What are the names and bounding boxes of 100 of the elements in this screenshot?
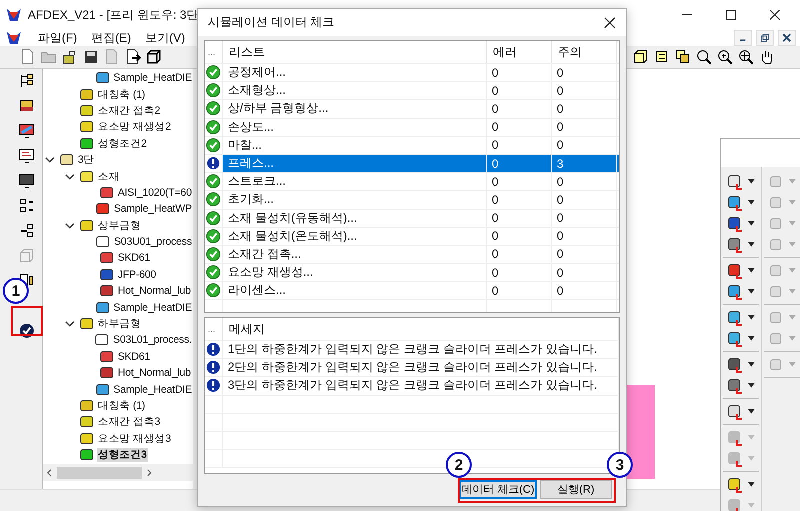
- dropdown-arrow-icon[interactable]: [748, 315, 755, 320]
- chevron-icon[interactable]: [65, 319, 75, 330]
- tree-item[interactable]: 소재간 접촉3: [97, 415, 162, 430]
- tool-icon[interactable]: [727, 404, 743, 420]
- dropdown-arrow-icon[interactable]: [748, 179, 755, 184]
- dropdown-arrow-icon[interactable]: [748, 289, 755, 294]
- tree-item[interactable]: SKD61: [117, 350, 152, 363]
- dropdown-arrow-icon[interactable]: [748, 221, 755, 226]
- column-header[interactable]: 리스트: [223, 41, 487, 63]
- column-header[interactable]: ...: [205, 41, 223, 63]
- chevron-icon[interactable]: [65, 220, 75, 231]
- tree-item[interactable]: Sample_HeatDIE: [112, 384, 193, 396]
- tree-item[interactable]: 대칭축 (1): [97, 88, 146, 102]
- tool-icon[interactable]: [727, 310, 743, 326]
- check-icon[interactable]: [19, 323, 35, 339]
- column-header[interactable]: 에러: [487, 41, 552, 63]
- tree-item[interactable]: Hot_Normal_lub: [117, 367, 192, 380]
- tree-item[interactable]: 대칭축 (1): [97, 399, 146, 413]
- tree-item[interactable]: 요소망 재생성2: [97, 120, 172, 134]
- tree-item[interactable]: 3단: [77, 153, 96, 168]
- tree-item[interactable]: 소재: [97, 170, 121, 184]
- dropdown-arrow-icon[interactable]: [748, 409, 755, 414]
- table-cell[interactable]: 마찰...: [223, 136, 487, 154]
- table-cell[interactable]: 라이센스...: [223, 282, 487, 300]
- column-header[interactable]: ...: [205, 318, 223, 340]
- table-cell[interactable]: 소재 물성치(유동해석)...: [223, 210, 487, 227]
- table-cell[interactable]: 초기화...: [223, 191, 487, 208]
- table-cell[interactable]: 소재간 접촉...: [223, 246, 487, 264]
- menu-item[interactable]: 편집(E): [87, 30, 136, 46]
- zoom-move-icon[interactable]: [738, 49, 754, 65]
- tree-item[interactable]: SKD61: [117, 252, 152, 264]
- table-cell[interactable]: 스트로크...: [223, 173, 487, 190]
- tree-item[interactable]: 요소망 재생성3: [97, 432, 172, 446]
- tool-icon[interactable]: [727, 236, 743, 252]
- tool-icon[interactable]: [727, 356, 743, 372]
- tool-icon[interactable]: [727, 378, 743, 394]
- swap-icon[interactable]: [654, 49, 670, 65]
- close-icon[interactable]: [604, 16, 616, 28]
- restore-icon[interactable]: [756, 30, 774, 46]
- minimize-icon[interactable]: [734, 30, 752, 46]
- tree-icon[interactable]: [19, 73, 35, 89]
- dropdown-arrow-icon[interactable]: [748, 482, 755, 487]
- tree-item[interactable]: S03U01_process: [113, 236, 193, 248]
- monitor-icon[interactable]: [19, 123, 35, 139]
- dropdown-arrow-icon[interactable]: [748, 200, 755, 205]
- stack-icon[interactable]: [19, 98, 35, 114]
- tree-item[interactable]: 소재간 접촉2: [97, 104, 162, 118]
- zoom-icon[interactable]: [717, 49, 733, 65]
- table-cell[interactable]: 손상도...: [223, 118, 487, 136]
- nodes-icon[interactable]: [19, 223, 35, 239]
- run-button[interactable]: 실행(R): [540, 480, 612, 499]
- export-icon[interactable]: [125, 49, 141, 65]
- table-cell[interactable]: 요소망 재생성...: [223, 264, 487, 282]
- menu-item[interactable]: 보기(V): [141, 30, 190, 46]
- dropdown-arrow-icon[interactable]: [748, 383, 755, 388]
- cube-icon[interactable]: [633, 49, 649, 65]
- tree-item[interactable]: JFP-600: [117, 268, 158, 281]
- save-icon[interactable]: [83, 49, 99, 65]
- tree-item[interactable]: 성형조건3: [97, 448, 148, 462]
- zoom-fit-icon[interactable]: [696, 49, 712, 65]
- tool-icon[interactable]: [727, 284, 743, 300]
- dropdown-arrow-icon[interactable]: [748, 336, 755, 341]
- dropdown-arrow-icon[interactable]: [748, 268, 755, 273]
- tool-icon[interactable]: [727, 174, 743, 190]
- nodes-icon[interactable]: [19, 198, 35, 214]
- cube-icon[interactable]: [675, 49, 691, 65]
- tool-icon[interactable]: [727, 194, 743, 210]
- dropdown-arrow-icon[interactable]: [748, 242, 755, 247]
- scroll-left-icon[interactable]: [46, 468, 54, 476]
- table-cell[interactable]: 소재 물성치(온도해석)...: [223, 228, 487, 245]
- dropdown-arrow-icon[interactable]: [748, 362, 755, 367]
- tree-item[interactable]: Sample_HeatWP: [113, 203, 193, 216]
- tree-item[interactable]: Sample_HeatDIE: [112, 72, 193, 84]
- chevron-icon[interactable]: [65, 172, 75, 182]
- tree-item[interactable]: 하부금형: [97, 317, 142, 332]
- tool-icon[interactable]: [727, 262, 743, 278]
- data-check-button[interactable]: 데이터 체크(C): [459, 480, 537, 499]
- table-cell[interactable]: 소재형상...: [223, 82, 487, 100]
- cube-icon[interactable]: [146, 49, 162, 65]
- tree-item[interactable]: 성형조건2: [97, 136, 148, 151]
- tree-item[interactable]: S03L01_process.: [112, 334, 193, 346]
- tool-icon[interactable]: [727, 216, 743, 232]
- new-file-icon[interactable]: [20, 49, 36, 65]
- monitor-icon[interactable]: [19, 173, 35, 189]
- monitor-icon[interactable]: [19, 148, 35, 164]
- tree-item[interactable]: Sample_HeatDIE: [112, 302, 193, 314]
- column-header[interactable]: 메세지: [223, 318, 619, 340]
- scroll-right-icon[interactable]: [145, 468, 153, 476]
- menu-item[interactable]: 파일(F): [34, 30, 82, 46]
- tree-item[interactable]: 상부금형: [97, 218, 142, 233]
- column-header[interactable]: 주의: [552, 41, 617, 63]
- table-cell[interactable]: 프레스...: [223, 154, 487, 172]
- maximize-icon[interactable]: [726, 10, 736, 20]
- tree-item[interactable]: Hot_Normal_lub: [117, 285, 192, 298]
- horizontal-scrollbar[interactable]: [43, 464, 193, 481]
- tree-item[interactable]: AISI_1020(T=60: [117, 186, 193, 199]
- tool-icon[interactable]: [727, 330, 743, 346]
- chevron-icon[interactable]: [45, 155, 55, 166]
- lock-icon[interactable]: [62, 49, 78, 65]
- table-cell[interactable]: 상/하부 금형형상...: [223, 100, 487, 118]
